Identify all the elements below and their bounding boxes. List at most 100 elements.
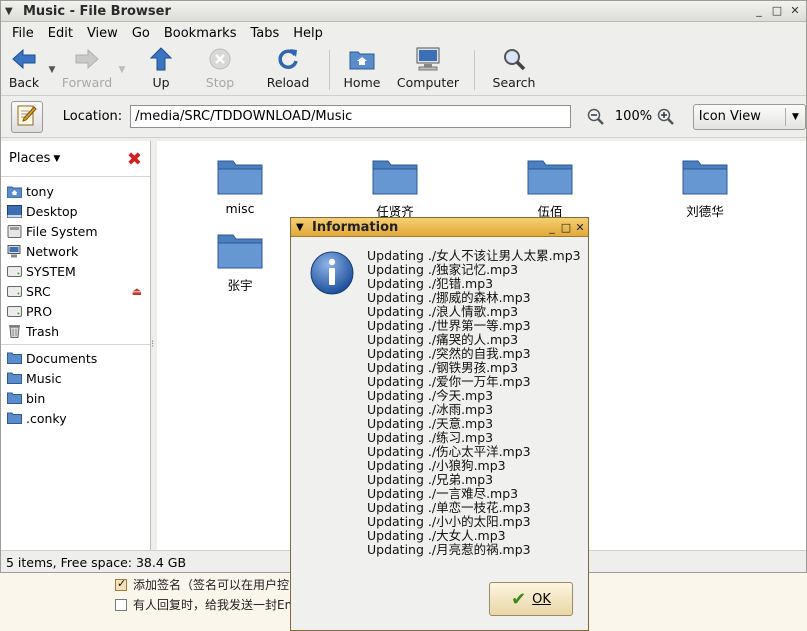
reload-button[interactable]: Reload [253, 46, 323, 94]
reload-icon [274, 46, 302, 72]
sidebar-item-music[interactable]: Music [1, 368, 150, 388]
sidebar-item-bin[interactable]: bin [1, 388, 150, 408]
file-item[interactable]: 任贤齐 [345, 157, 445, 220]
maximize-icon[interactable]: □ [770, 4, 784, 18]
location-input[interactable] [130, 105, 572, 128]
update-log-line: Updating ./冰雨.mp3 [367, 402, 494, 417]
window-titlebar[interactable]: ▼ Music - File Browser _ □ ✕ [1, 1, 806, 22]
view-mode-select[interactable]: Icon View ▼ [692, 103, 806, 130]
menu-help[interactable]: Help [286, 26, 330, 41]
home-button[interactable]: Home [336, 46, 388, 94]
minimize-icon[interactable]: _ [546, 221, 558, 234]
zoom-in-icon[interactable] [655, 106, 677, 128]
menu-view[interactable]: View [80, 26, 125, 41]
info-icon [310, 251, 354, 295]
email-notify-checkbox[interactable] [115, 598, 127, 611]
forward-history-dropdown[interactable]: ▼ [115, 46, 129, 94]
file-item[interactable]: 伍佰 [500, 157, 600, 220]
search-icon [500, 46, 528, 72]
ok-button[interactable]: ✔ OK [489, 582, 573, 616]
sidebar-item-label: File System [26, 223, 98, 239]
minimize-icon[interactable]: _ [752, 4, 766, 18]
home-folder-icon [6, 184, 22, 198]
eject-icon[interactable]: ⏏ [132, 285, 142, 298]
update-log-line: Updating ./月亮惹的祸.mp3 [367, 542, 531, 557]
up-label: Up [152, 75, 170, 90]
signature-checkbox[interactable] [115, 577, 127, 591]
forward-button[interactable]: Forward [59, 46, 115, 94]
computer-button[interactable]: Computer [388, 46, 468, 94]
computer-icon [414, 46, 442, 72]
menu-file[interactable]: File [5, 26, 41, 41]
back-history-dropdown[interactable]: ▼ [45, 46, 59, 94]
sidebar-item-src[interactable]: SRC ⏏ [1, 281, 150, 301]
file-item[interactable]: misc [190, 157, 290, 216]
update-log-line: Updating ./世界第一等.mp3 [367, 318, 531, 333]
update-log-line: Updating ./今天.mp3 [367, 388, 494, 403]
update-log: Updating ./女人不该让男人太累.mp3 Updating ./独家记忆.… [367, 249, 581, 557]
file-item-label: 刘德华 [686, 204, 724, 219]
menu-edit[interactable]: Edit [41, 26, 80, 41]
sidebar-item-label: Desktop [26, 203, 78, 219]
sidebar-item-label: Music [26, 370, 62, 386]
back-label: Back [8, 75, 40, 90]
folder-icon [6, 411, 22, 425]
search-button[interactable]: Search [481, 46, 547, 94]
sidebar-item-file-system[interactable]: File System [1, 221, 150, 241]
information-dialog: ▼ Information _ □ ✕ Updating ./女人不该让男人太累… [290, 217, 589, 631]
update-log-line: Updating ./突然的自我.mp3 [367, 346, 531, 361]
close-sidebar-icon[interactable]: ✖ [127, 149, 142, 170]
update-log-line: Updating ./女人不该让男人太累.mp3 [367, 248, 581, 263]
menu-go[interactable]: Go [125, 26, 157, 41]
sidebar-item-label: Documents [26, 350, 98, 366]
forward-label: Forward [61, 75, 113, 90]
sidebar-item-conky[interactable]: .conky [1, 408, 150, 428]
sidebar-item-documents[interactable]: Documents [1, 348, 150, 368]
folder-icon [6, 391, 22, 405]
filesystem-icon [6, 224, 22, 238]
sidebar-item-label: Network [26, 243, 79, 259]
menu-bookmarks[interactable]: Bookmarks [157, 26, 244, 41]
folder-icon [372, 160, 418, 195]
dialog-titlebar[interactable]: ▼ Information _ □ ✕ [291, 218, 588, 237]
places-header[interactable]: Places ▼ ✖ [1, 141, 150, 177]
menu-tabs[interactable]: Tabs [243, 26, 286, 41]
update-log-line: Updating ./兄弟.mp3 [367, 472, 494, 487]
maximize-icon[interactable]: □ [560, 221, 572, 234]
back-button[interactable]: Back [3, 46, 45, 94]
sidebar-item-pro[interactable]: PRO [1, 301, 150, 321]
update-log-line: Updating ./痛哭的人.mp3 [367, 332, 519, 347]
update-log-line: Updating ./犯错.mp3 [367, 276, 494, 291]
up-button[interactable]: Up [135, 46, 187, 94]
sidebar-item-network[interactable]: Network [1, 241, 150, 261]
home-folder-icon [348, 46, 376, 72]
window-title: Music - File Browser [23, 3, 171, 19]
window-menu-icon[interactable]: ▼ [5, 6, 19, 17]
edit-location-button[interactable] [11, 100, 43, 133]
sidebar-item-desktop[interactable]: Desktop [1, 201, 150, 221]
close-icon[interactable]: ✕ [788, 4, 802, 18]
checkmark-icon: ✔ [511, 588, 527, 610]
file-item[interactable]: 刘德华 [655, 157, 755, 220]
folder-icon [217, 160, 263, 195]
email-notify-label: 有人回复时，给我发送一封Em [133, 598, 297, 612]
file-item-label: 张宇 [227, 278, 253, 293]
sidebar-item-label: tony [26, 183, 54, 199]
drive-icon [6, 304, 22, 318]
file-item[interactable]: 张宇 [190, 231, 290, 294]
close-icon[interactable]: ✕ [574, 221, 586, 234]
ok-label: OK [532, 591, 551, 607]
sidebar-divider [1, 344, 150, 345]
sidebar-item-tony[interactable]: tony [1, 181, 150, 201]
toolbar: Back ▼ Forward ▼ Up Stop Reload Home Com… [1, 44, 806, 96]
signature-option[interactable]: 添加签名（签名可以在用户控 [115, 576, 289, 593]
desktop-icon [6, 204, 22, 218]
zoom-out-icon[interactable] [585, 106, 607, 128]
sidebar-item-system[interactable]: SYSTEM [1, 261, 150, 281]
sidebar-item-trash[interactable]: Trash [1, 321, 150, 341]
update-log-line: Updating ./浪人情歌.mp3 [367, 304, 519, 319]
email-notify-option[interactable]: 有人回复时，给我发送一封Em [115, 596, 296, 613]
dialog-title: Information [312, 219, 399, 235]
dialog-menu-icon[interactable]: ▼ [296, 222, 308, 233]
stop-button[interactable]: Stop [187, 46, 253, 94]
